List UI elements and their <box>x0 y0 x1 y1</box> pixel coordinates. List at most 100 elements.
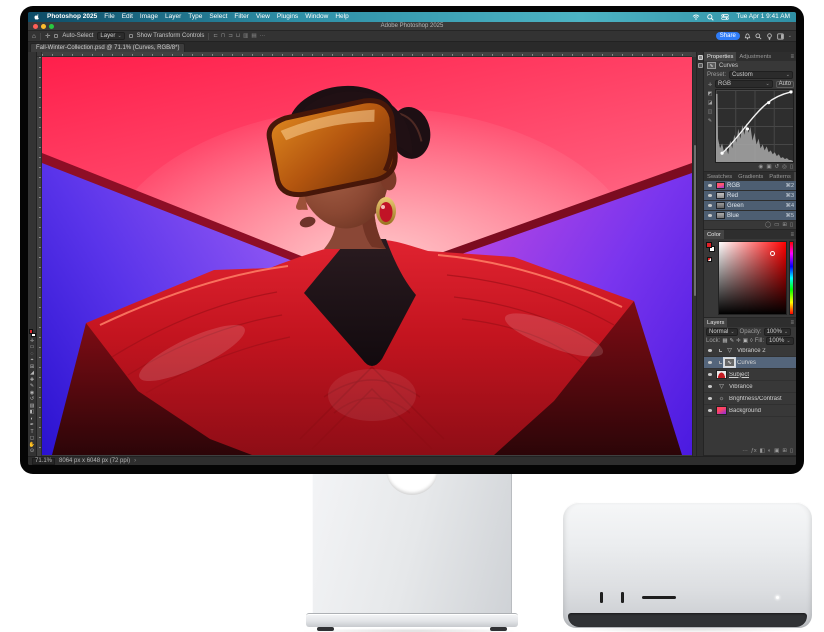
workspace-icon[interactable] <box>777 33 784 40</box>
gradient-tool[interactable]: ◧ <box>30 410 35 415</box>
clone-stamp-tool[interactable]: ◉ <box>30 391 34 396</box>
panel-footer-icon[interactable]: ⊞ <box>782 448 787 454</box>
layer-thumbnail[interactable] <box>716 370 727 379</box>
menubar-item[interactable]: Plugins <box>277 14 298 21</box>
tab-color[interactable]: Color <box>704 230 724 239</box>
layer-thumbnail[interactable] <box>716 382 727 391</box>
marquee-tool[interactable]: ▭ <box>30 345 35 350</box>
menubar-item[interactable]: Photoshop 2025 <box>47 14 97 21</box>
preset-dropdown[interactable]: Custom ⌄ <box>729 71 793 79</box>
layer-thumbnail[interactable] <box>716 406 727 415</box>
document-tab[interactable]: Fall-Winter-Collection.psd @ 71.1% (Curv… <box>30 43 185 52</box>
move-tool-icon[interactable]: ✛ <box>45 32 50 40</box>
opacity-dropdown[interactable]: 100% ⌄ <box>764 328 792 336</box>
panel-footer-icon[interactable]: ◉ <box>759 164 764 170</box>
panel-footer-icon[interactable]: ◐ <box>768 448 771 454</box>
menubar-item[interactable]: View <box>256 14 270 21</box>
curves-tool-icon[interactable]: ◫ <box>708 109 713 115</box>
channel-dropdown[interactable]: RGB ⌄ <box>715 80 773 88</box>
blend-mode-dropdown[interactable]: Normal ⌄ <box>706 328 738 336</box>
layer-row[interactable]: Brightness/Contrast <box>704 393 796 405</box>
saturation-square[interactable] <box>718 241 787 315</box>
visibility-eye-icon[interactable] <box>706 214 714 217</box>
panel-footer-icon[interactable]: ↺ <box>775 164 780 170</box>
lasso-tool[interactable]: ◌ <box>31 352 34 357</box>
collapsed-panel-icon[interactable] <box>698 55 703 60</box>
panel-footer-icon[interactable]: ▯ <box>790 222 793 228</box>
menubar-item[interactable]: Image <box>140 14 158 21</box>
menubar-item[interactable]: Select <box>209 14 227 21</box>
panel-footer-icon[interactable]: ◧ <box>760 448 765 454</box>
menubar-item[interactable]: File <box>104 14 114 21</box>
shape-tool[interactable]: ◻ <box>30 436 34 441</box>
layer-name[interactable]: Subject <box>729 372 749 378</box>
layer-name[interactable]: Vibrance 2 <box>737 348 766 354</box>
visibility-eye-icon[interactable] <box>706 361 714 364</box>
layer-name[interactable]: Background <box>729 408 761 414</box>
menubar-item[interactable]: Type <box>188 14 202 21</box>
lightbulb-icon[interactable] <box>766 33 773 40</box>
background-color-swatch[interactable] <box>31 333 36 338</box>
menubar-item[interactable]: Layer <box>165 14 181 21</box>
layer-thumbnail[interactable] <box>724 346 735 355</box>
lock-icon[interactable]: ✎ <box>730 338 735 344</box>
search-icon[interactable] <box>755 33 762 40</box>
eyedropper-tool[interactable]: ◢ <box>30 371 34 376</box>
scrollbar-thumb[interactable] <box>694 145 696 297</box>
visibility-eye-icon[interactable] <box>706 184 714 187</box>
layer-row[interactable]: Subject <box>704 369 796 381</box>
layer-row[interactable]: Curves <box>704 357 796 369</box>
wifi-icon[interactable] <box>692 14 700 20</box>
tab-properties[interactable]: Properties <box>704 52 736 61</box>
zoom-tool[interactable]: ⊙ <box>30 449 34 454</box>
panel-footer-icon[interactable]: ▣ <box>774 448 779 454</box>
tab-patterns[interactable]: Patterns <box>766 172 794 181</box>
channel-row[interactable]: Blue ⌘5 <box>704 211 796 221</box>
channel-row[interactable]: RGB ⌘2 <box>704 181 796 191</box>
lock-icon[interactable]: ▣ <box>743 338 748 344</box>
curves-tool-icon[interactable]: ✎ <box>708 118 712 124</box>
home-icon[interactable]: ⌂ <box>32 33 36 40</box>
default-colors-icon[interactable] <box>707 257 712 262</box>
auto-select-checkbox[interactable] <box>54 34 58 38</box>
panel-footer-icon[interactable]: ⊞ <box>782 222 787 228</box>
menubar-item[interactable]: Edit <box>122 14 133 21</box>
panel-footer-icon[interactable]: ◎ <box>782 164 787 170</box>
fill-dropdown[interactable]: 100% ⌄ <box>766 337 794 345</box>
visibility-eye-icon[interactable] <box>706 204 714 207</box>
menubar-item[interactable]: Window <box>305 14 328 21</box>
move-tool[interactable]: ✛ <box>30 339 34 344</box>
eraser-tool[interactable]: ▨ <box>30 404 35 409</box>
panel-footer-icon[interactable]: ◯ <box>765 222 771 228</box>
vertical-scrollbar[interactable] <box>692 57 696 456</box>
document-canvas[interactable] <box>42 57 692 455</box>
channel-row[interactable]: Red ⌘3 <box>704 191 796 201</box>
channel-row[interactable]: Green ⌘4 <box>704 201 796 211</box>
visibility-eye-icon[interactable] <box>706 409 714 412</box>
panel-footer-icon[interactable]: ▣ <box>766 164 771 170</box>
magic-wand-tool[interactable]: ⌖ <box>31 358 34 363</box>
dodge-tool[interactable]: ◐ <box>30 417 33 422</box>
control-center-icon[interactable] <box>721 14 729 20</box>
visibility-eye-icon[interactable] <box>706 349 714 352</box>
curves-tool-icon[interactable]: ◩ <box>708 91 713 97</box>
layer-name[interactable]: Brightness/Contrast <box>729 396 782 402</box>
lock-icon[interactable]: ✛ <box>736 338 741 344</box>
layer-thumbnail[interactable] <box>724 358 735 367</box>
menubar-item[interactable]: Help <box>335 14 348 21</box>
tab-gradients[interactable]: Gradients <box>735 172 766 181</box>
lock-icon[interactable]: ◊ <box>750 338 753 344</box>
hand-tool[interactable]: ✋ <box>29 443 35 448</box>
hue-slider[interactable] <box>789 241 794 315</box>
curves-graph[interactable] <box>715 89 794 163</box>
align-icon[interactable]: ▤ <box>251 33 256 39</box>
color-picker-handle[interactable] <box>770 251 775 256</box>
panel-footer-icon[interactable]: ⋯ <box>742 448 748 454</box>
layer-row[interactable]: Vibrance <box>704 381 796 393</box>
menubar-item[interactable]: Filter <box>234 14 248 21</box>
type-tool[interactable]: T <box>30 430 33 435</box>
visibility-eye-icon[interactable] <box>706 385 714 388</box>
panel-footer-icon[interactable]: ▯ <box>790 448 793 454</box>
tab-swatches[interactable]: Swatches <box>704 172 735 181</box>
zoom-level-field[interactable]: 71.1% <box>32 458 55 465</box>
